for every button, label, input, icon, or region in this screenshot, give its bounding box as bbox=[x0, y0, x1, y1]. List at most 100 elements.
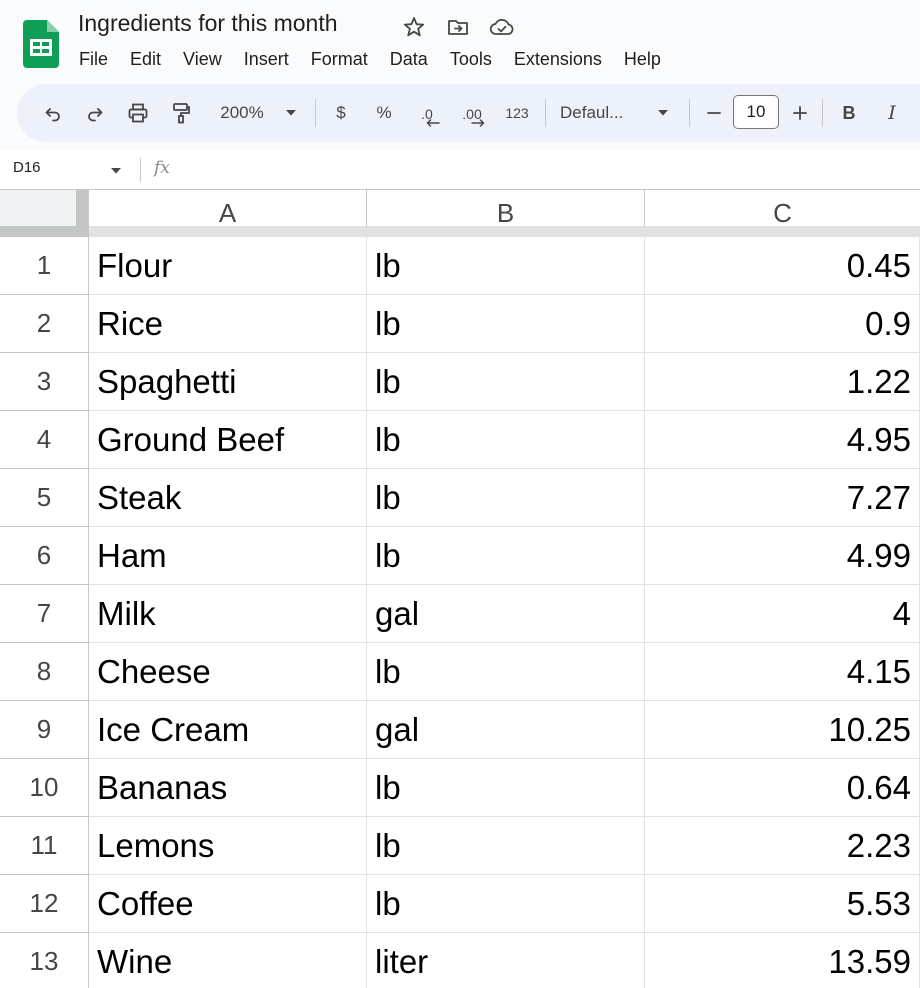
decrease-decimal-button[interactable]: .0 bbox=[410, 84, 444, 142]
cell-a1[interactable]: Flour bbox=[89, 237, 367, 295]
italic-button[interactable]: I bbox=[878, 84, 906, 142]
caret-down-icon bbox=[658, 110, 668, 116]
row-header[interactable]: 4 bbox=[0, 411, 89, 469]
formula-divider bbox=[140, 158, 141, 182]
cell-c6[interactable]: 4.99 bbox=[645, 527, 920, 585]
cell-c9[interactable]: 10.25 bbox=[645, 701, 920, 759]
font-size-input[interactable]: 10 bbox=[733, 95, 779, 129]
cell-c10[interactable]: 0.64 bbox=[645, 759, 920, 817]
row-header[interactable]: 12 bbox=[0, 875, 89, 933]
percent-label: % bbox=[376, 103, 392, 122]
menu-tools[interactable]: Tools bbox=[439, 46, 503, 72]
cell-c3[interactable]: 1.22 bbox=[645, 353, 920, 411]
cell-c4[interactable]: 4.95 bbox=[645, 411, 920, 469]
cell-a5[interactable]: Steak bbox=[89, 469, 367, 527]
row-header[interactable]: 7 bbox=[0, 585, 89, 643]
cell-a2[interactable]: Rice bbox=[89, 295, 367, 353]
menu-extensions[interactable]: Extensions bbox=[503, 46, 613, 72]
name-box-dropdown-caret[interactable] bbox=[110, 162, 122, 180]
cell-a7[interactable]: Milk bbox=[89, 585, 367, 643]
row-header[interactable]: 13 bbox=[0, 933, 89, 988]
row-header[interactable]: 3 bbox=[0, 353, 89, 411]
cell-a3[interactable]: Spaghetti bbox=[89, 353, 367, 411]
row-header[interactable]: 5 bbox=[0, 469, 89, 527]
frozen-column-handle[interactable] bbox=[76, 190, 89, 226]
cell-a11[interactable]: Lemons bbox=[89, 817, 367, 875]
cell-a13[interactable]: Wine bbox=[89, 933, 367, 988]
more-formats-button[interactable]: 123 bbox=[499, 84, 535, 142]
cell-b5[interactable]: lb bbox=[367, 469, 645, 527]
row-header[interactable]: 6 bbox=[0, 527, 89, 585]
formula-input[interactable] bbox=[190, 156, 910, 184]
row-header[interactable]: 2 bbox=[0, 295, 89, 353]
cell-b8[interactable]: lb bbox=[367, 643, 645, 701]
menu-help[interactable]: Help bbox=[613, 46, 672, 72]
currency-format-button[interactable]: $ bbox=[327, 84, 355, 142]
cell-c8[interactable]: 4.15 bbox=[645, 643, 920, 701]
cell-b2[interactable]: lb bbox=[367, 295, 645, 353]
zoom-select[interactable]: 200% bbox=[210, 84, 274, 142]
row-header[interactable]: 8 bbox=[0, 643, 89, 701]
caret-down-icon bbox=[286, 110, 296, 116]
cell-a8[interactable]: Cheese bbox=[89, 643, 367, 701]
decrease-font-size-button[interactable] bbox=[700, 84, 728, 142]
row-header[interactable]: 1 bbox=[0, 237, 89, 295]
cell-b6[interactable]: lb bbox=[367, 527, 645, 585]
toolbar-divider bbox=[315, 99, 316, 127]
cell-b9[interactable]: gal bbox=[367, 701, 645, 759]
cell-b3[interactable]: lb bbox=[367, 353, 645, 411]
font-family-dropdown-caret[interactable] bbox=[651, 84, 675, 142]
document-title[interactable]: Ingredients for this month bbox=[78, 10, 338, 37]
cell-b4[interactable]: lb bbox=[367, 411, 645, 469]
redo-button[interactable] bbox=[79, 84, 111, 142]
sheets-logo-icon[interactable] bbox=[23, 20, 59, 68]
cell-a4[interactable]: Ground Beef bbox=[89, 411, 367, 469]
cell-c12[interactable]: 5.53 bbox=[645, 875, 920, 933]
move-to-folder-icon[interactable] bbox=[442, 12, 474, 42]
cell-b1[interactable]: lb bbox=[367, 237, 645, 295]
cell-c13[interactable]: 13.59 bbox=[645, 933, 920, 988]
cell-b11[interactable]: lb bbox=[367, 817, 645, 875]
cell-c7[interactable]: 4 bbox=[645, 585, 920, 643]
toolbar-divider bbox=[822, 99, 823, 127]
cell-c5[interactable]: 7.27 bbox=[645, 469, 920, 527]
undo-button[interactable] bbox=[37, 84, 69, 142]
increase-decimal-button[interactable]: .00 bbox=[454, 84, 490, 142]
menu-insert[interactable]: Insert bbox=[233, 46, 300, 72]
cell-b7[interactable]: gal bbox=[367, 585, 645, 643]
menu-view[interactable]: View bbox=[172, 46, 233, 72]
name-box[interactable]: D16 bbox=[13, 159, 41, 176]
zoom-dropdown-caret[interactable] bbox=[279, 84, 303, 142]
row-header[interactable]: 11 bbox=[0, 817, 89, 875]
increase-font-size-button[interactable] bbox=[786, 84, 814, 142]
cell-c1[interactable]: 0.45 bbox=[645, 237, 920, 295]
menu-file[interactable]: File bbox=[68, 46, 119, 72]
menu-format[interactable]: Format bbox=[300, 46, 379, 72]
cell-c2[interactable]: 0.9 bbox=[645, 295, 920, 353]
row-header[interactable]: 10 bbox=[0, 759, 89, 817]
menu-edit[interactable]: Edit bbox=[119, 46, 172, 72]
cloud-saved-icon[interactable] bbox=[486, 12, 518, 42]
cell-a9[interactable]: Ice Cream bbox=[89, 701, 367, 759]
row-header[interactable]: 9 bbox=[0, 701, 89, 759]
paint-format-button[interactable] bbox=[165, 84, 197, 142]
cell-c11[interactable]: 2.23 bbox=[645, 817, 920, 875]
font-family-select[interactable]: Defaul... bbox=[560, 84, 648, 142]
percent-format-button[interactable]: % bbox=[369, 84, 399, 142]
arrow-right-icon bbox=[471, 118, 485, 127]
cell-b10[interactable]: lb bbox=[367, 759, 645, 817]
cell-a10[interactable]: Bananas bbox=[89, 759, 367, 817]
toolbar-divider bbox=[689, 99, 690, 127]
bold-button[interactable]: B bbox=[835, 84, 863, 142]
menu-data[interactable]: Data bbox=[379, 46, 439, 72]
star-icon[interactable] bbox=[398, 12, 430, 42]
cell-a6[interactable]: Ham bbox=[89, 527, 367, 585]
undo-icon bbox=[45, 108, 60, 122]
cell-b12[interactable]: lb bbox=[367, 875, 645, 933]
cell-a12[interactable]: Coffee bbox=[89, 875, 367, 933]
cell-b13[interactable]: liter bbox=[367, 933, 645, 988]
arrow-left-icon bbox=[426, 118, 440, 127]
italic-label: I bbox=[888, 102, 896, 124]
print-button[interactable] bbox=[121, 84, 155, 142]
frozen-row-handle[interactable] bbox=[0, 226, 89, 237]
